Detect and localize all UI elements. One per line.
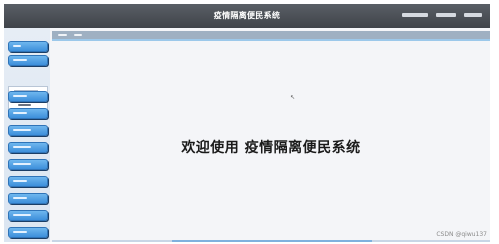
sidebar-menu [4,28,50,242]
sidebar-item[interactable] [8,55,48,66]
welcome-heading: 欢迎使用 疫情隔离便民系统 [181,140,361,156]
top-nav-user[interactable] [402,13,428,17]
sidebar-item[interactable] [8,159,48,170]
app-window: 疫情隔离便民系统 ↖ 欢迎使用 疫情隔离便民系统 [4,4,490,242]
top-nav-logout[interactable] [464,13,482,17]
breadcrumb-current [74,34,82,36]
breadcrumb [52,31,490,39]
breadcrumb-home[interactable] [58,34,67,36]
top-nav-home[interactable] [436,13,456,17]
sidebar-item[interactable] [8,193,48,204]
sidebar-item[interactable] [8,210,48,221]
sidebar-item[interactable] [8,176,48,187]
scrollbar-thumb[interactable] [172,240,372,242]
sidebar-item[interactable] [8,41,48,52]
horizontal-scrollbar[interactable] [52,240,490,242]
sidebar-item[interactable] [8,142,48,153]
sidebar-item[interactable] [8,108,48,119]
top-nav [402,13,482,17]
sidebar-item[interactable] [8,227,48,238]
header-divider [52,39,490,41]
submenu-item[interactable] [14,101,36,108]
sidebar-item[interactable] [8,125,48,136]
watermark: CSDN @qiwu137 [436,231,487,238]
sidebar-item[interactable] [8,91,48,102]
top-bar: 疫情隔离便民系统 [4,4,490,28]
mouse-cursor-icon: ↖ [290,94,296,101]
